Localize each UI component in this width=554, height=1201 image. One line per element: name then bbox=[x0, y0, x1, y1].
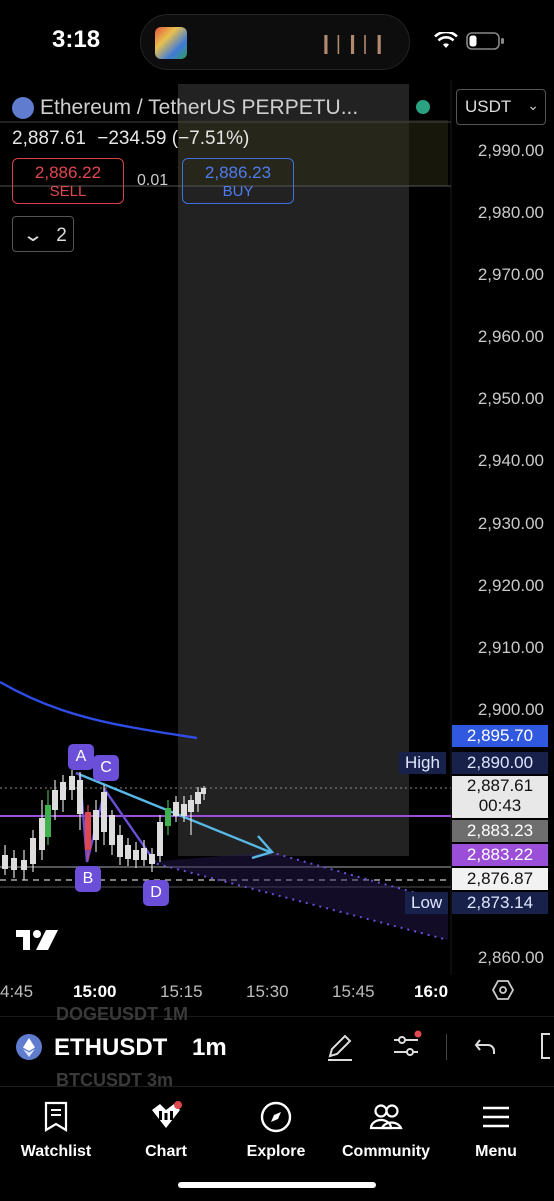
currency-select[interactable]: USDT ⌄ bbox=[456, 89, 546, 125]
chart-icon bbox=[152, 1101, 182, 1128]
pattern-point-b[interactable]: B bbox=[75, 866, 101, 892]
ethereum-icon bbox=[12, 97, 34, 120]
moving-average-line bbox=[0, 680, 198, 740]
time-axis-label: 15:30 bbox=[246, 982, 289, 1001]
high-label: High bbox=[399, 752, 446, 774]
tab-watchlist-label: Watchlist bbox=[20, 1143, 92, 1160]
level-dashed-tag: 2,876.87 bbox=[452, 868, 548, 890]
sell-label: SELL bbox=[49, 183, 87, 200]
pattern-point-d[interactable]: D bbox=[143, 880, 169, 906]
ghost-symbol-above: DOGEUSDT 1M bbox=[56, 1004, 189, 1024]
price-change: −234.59 (−7.51%) bbox=[97, 128, 250, 149]
sell-price: 2,886.22 bbox=[34, 163, 102, 182]
buy-label: BUY bbox=[222, 183, 254, 200]
undo-icon[interactable] bbox=[472, 1030, 500, 1062]
sell-button[interactable]: 2,886.22 SELL bbox=[12, 158, 124, 204]
battery-icon bbox=[466, 32, 504, 50]
price-axis-label: 2,950.00 bbox=[477, 389, 544, 408]
symbol-title-text: Ethereum / TetherUS PERPETU... bbox=[40, 96, 359, 119]
interval-selector[interactable]: 1m bbox=[192, 1034, 227, 1062]
indicator-count: 2 bbox=[56, 225, 67, 246]
tab-explore-label: Explore bbox=[246, 1143, 306, 1160]
now-playing-artwork bbox=[155, 27, 187, 59]
current-price-tag: 2,887.61 00:43 bbox=[452, 776, 548, 818]
toolbar-divider bbox=[446, 1034, 447, 1060]
market-open-indicator bbox=[416, 100, 430, 114]
ethereum-icon bbox=[16, 1034, 42, 1060]
tab-menu[interactable]: Menu bbox=[441, 1100, 551, 1161]
buy-price: 2,886.23 bbox=[204, 163, 272, 182]
tradingview-logo bbox=[16, 930, 58, 950]
tab-chart-label: Chart bbox=[145, 1143, 187, 1160]
symbol-selector[interactable]: ETHUSDT bbox=[54, 1034, 167, 1062]
time-axis-label: 4:45 bbox=[0, 982, 34, 1001]
tab-community[interactable]: Community bbox=[331, 1100, 441, 1161]
time-axis-label: 16:0 bbox=[414, 982, 449, 1001]
price-axis-label: 2,940.00 bbox=[477, 451, 544, 470]
price-axis-label: 2,920.00 bbox=[477, 576, 544, 595]
pattern-point-a[interactable]: A bbox=[68, 744, 94, 770]
price-axis-label: 2,860.00 bbox=[477, 948, 544, 967]
tab-chart[interactable]: Chart bbox=[111, 1100, 221, 1161]
indicators-icon[interactable] bbox=[390, 1030, 424, 1062]
home-indicator[interactable] bbox=[178, 1182, 376, 1188]
chevron-down-icon: ⌄ bbox=[527, 97, 539, 113]
tab-community-label: Community bbox=[342, 1143, 430, 1160]
low-price-tag: 2,873.14 bbox=[452, 892, 548, 914]
spread-value: 0.01 bbox=[137, 172, 169, 189]
watchlist-icon bbox=[44, 1101, 68, 1132]
bar-countdown: 00:43 bbox=[478, 796, 522, 815]
menu-icon bbox=[483, 1106, 509, 1128]
projection-zone bbox=[150, 852, 448, 940]
dynamic-island[interactable]: ▎▏▎▏▎ bbox=[140, 14, 410, 70]
pattern-point-c[interactable]: C bbox=[93, 755, 119, 781]
audio-waveform-icon: ▎▏▎▏▎ bbox=[324, 37, 391, 54]
high-price-tag: 2,890.00 bbox=[452, 752, 548, 774]
currency-value: USDT bbox=[465, 97, 512, 116]
tab-menu-label: Menu bbox=[475, 1143, 517, 1160]
community-icon bbox=[369, 1104, 403, 1130]
price-axis-label: 2,970.00 bbox=[477, 265, 544, 284]
price-axis-label: 2,960.00 bbox=[477, 327, 544, 346]
time-axis-label: 15:45 bbox=[332, 982, 375, 1001]
price-axis-label: 2,980.00 bbox=[477, 203, 544, 222]
fullscreen-icon[interactable] bbox=[536, 1030, 554, 1062]
time-axis-label: 15:15 bbox=[160, 982, 203, 1001]
chevron-down-icon: ⌄ bbox=[21, 225, 45, 246]
price-axis-label: 2,930.00 bbox=[477, 514, 544, 533]
price-axis-label: 2,900.00 bbox=[477, 700, 544, 719]
buy-button[interactable]: 2,886.23 BUY bbox=[182, 158, 294, 204]
auto-scale-icon[interactable] bbox=[491, 978, 515, 1002]
wifi-icon bbox=[434, 32, 458, 48]
price-change-row: 2,887.61 −234.59 (−7.51%) bbox=[12, 128, 249, 150]
symbol-title[interactable]: Ethereum / TetherUS PERPETU... bbox=[12, 96, 358, 120]
price-axis-label: 2,910.00 bbox=[477, 638, 544, 657]
level-price-tag: 2,883.23 bbox=[452, 820, 548, 842]
indicators-collapse-button[interactable]: ⌄ 2 bbox=[12, 216, 74, 252]
ma-price-tag: 2,895.70 bbox=[452, 725, 548, 747]
last-price: 2,887.61 bbox=[12, 128, 86, 149]
level-purple-tag: 2,883.22 bbox=[452, 844, 548, 866]
low-label: Low bbox=[405, 892, 449, 914]
current-price-value: 2,887.61 bbox=[466, 776, 534, 795]
price-axis-label: 2,990.00 bbox=[477, 141, 544, 160]
drawing-tools-icon[interactable] bbox=[324, 1030, 356, 1062]
status-time: 3:18 bbox=[52, 26, 101, 53]
compass-icon bbox=[260, 1101, 292, 1133]
time-axis-label: 15:00 bbox=[73, 982, 117, 1001]
tab-explore[interactable]: Explore bbox=[221, 1100, 331, 1161]
tab-watchlist[interactable]: Watchlist bbox=[1, 1100, 111, 1161]
